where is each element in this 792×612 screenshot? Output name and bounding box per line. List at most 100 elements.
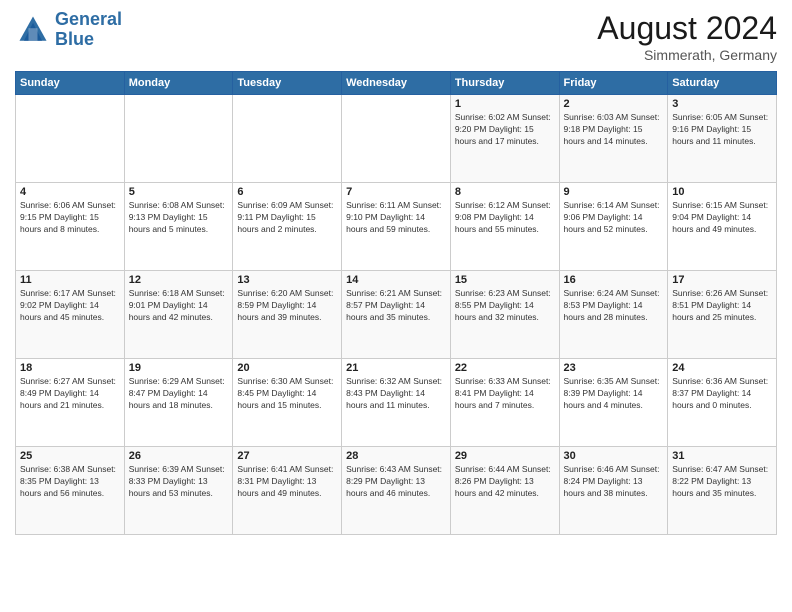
day-info: Sunrise: 6:27 AM Sunset: 8:49 PM Dayligh…: [20, 376, 120, 412]
day-cell: 7 Sunrise: 6:11 AM Sunset: 9:10 PM Daylig…: [342, 183, 451, 271]
day-info: Sunrise: 6:32 AM Sunset: 8:43 PM Dayligh…: [346, 376, 446, 412]
day-info: Sunrise: 6:15 AM Sunset: 9:04 PM Dayligh…: [672, 200, 772, 236]
day-cell: 30 Sunrise: 6:46 AM Sunset: 8:24 PM Dayli…: [559, 447, 668, 535]
day-number: 20: [237, 362, 337, 374]
day-cell: 8 Sunrise: 6:12 AM Sunset: 9:08 PM Daylig…: [450, 183, 559, 271]
week-row-4: 25Sunrise: 6:38 AM Sunset: 8:35 PM Dayli…: [16, 447, 777, 535]
day-cell: 22Sunrise: 6:33 AM Sunset: 8:41 PM Dayli…: [450, 359, 559, 447]
day-info: Sunrise: 6:44 AM Sunset: 8:26 PM Dayligh…: [455, 464, 555, 500]
day-cell: 4 Sunrise: 6:06 AM Sunset: 9:15 PM Daylig…: [16, 183, 125, 271]
day-info: Sunrise: 6:03 AM Sunset: 9:18 PM Dayligh…: [564, 112, 664, 148]
day-number: 11: [20, 274, 120, 286]
day-info: Sunrise: 6:14 AM Sunset: 9:06 PM Dayligh…: [564, 200, 664, 236]
day-number: 17: [672, 274, 772, 286]
day-number: 3: [672, 98, 772, 110]
day-cell: 11 Sunrise: 6:17 AM Sunset: 9:02 PM Dayli…: [16, 271, 125, 359]
day-number: 8: [455, 186, 555, 198]
col-tuesday: Tuesday: [233, 72, 342, 95]
day-info: Sunrise: 6:29 AM Sunset: 8:47 PM Dayligh…: [129, 376, 229, 412]
logo-line1: General: [55, 9, 122, 29]
day-number: 5: [129, 186, 229, 198]
day-info: Sunrise: 6:24 AM Sunset: 8:53 PM Dayligh…: [564, 288, 664, 324]
logo-line2: Blue: [55, 29, 94, 49]
day-cell: 15 Sunrise: 6:23 AM Sunset: 8:55 PM Dayli…: [450, 271, 559, 359]
day-info: Sunrise: 6:02 AM Sunset: 9:20 PM Dayligh…: [455, 112, 555, 148]
day-info: Sunrise: 6:47 AM Sunset: 8:22 PM Dayligh…: [672, 464, 772, 500]
day-cell: 17Sunrise: 6:26 AM Sunset: 8:51 PM Dayli…: [668, 271, 777, 359]
day-cell: 5 Sunrise: 6:08 AM Sunset: 9:13 PM Daylig…: [124, 183, 233, 271]
week-row-2: 11 Sunrise: 6:17 AM Sunset: 9:02 PM Dayli…: [16, 271, 777, 359]
col-friday: Friday: [559, 72, 668, 95]
day-info: Sunrise: 6:36 AM Sunset: 8:37 PM Dayligh…: [672, 376, 772, 412]
day-number: 21: [346, 362, 446, 374]
day-number: 15: [455, 274, 555, 286]
day-number: 10: [672, 186, 772, 198]
day-cell: 26Sunrise: 6:39 AM Sunset: 8:33 PM Dayli…: [124, 447, 233, 535]
day-number: 7: [346, 186, 446, 198]
day-number: 25: [20, 450, 120, 462]
day-info: Sunrise: 6:17 AM Sunset: 9:02 PM Dayligh…: [20, 288, 120, 324]
day-info: Sunrise: 6:06 AM Sunset: 9:15 PM Dayligh…: [20, 200, 120, 236]
day-number: 12: [129, 274, 229, 286]
day-number: 1: [455, 98, 555, 110]
day-number: 14: [346, 274, 446, 286]
day-number: 4: [20, 186, 120, 198]
day-cell: 6Sunrise: 6:09 AM Sunset: 9:11 PM Daylig…: [233, 183, 342, 271]
day-cell: 21 Sunrise: 6:32 AM Sunset: 8:43 PM Dayli…: [342, 359, 451, 447]
logo: General Blue: [15, 10, 122, 50]
day-cell: 18 Sunrise: 6:27 AM Sunset: 8:49 PM Dayli…: [16, 359, 125, 447]
title-section: August 2024 Simmerath, Germany: [597, 10, 777, 63]
day-cell: 29 Sunrise: 6:44 AM Sunset: 8:26 PM Dayli…: [450, 447, 559, 535]
day-number: 27: [237, 450, 337, 462]
day-number: 24: [672, 362, 772, 374]
day-number: 19: [129, 362, 229, 374]
day-cell: 24 Sunrise: 6:36 AM Sunset: 8:37 PM Dayli…: [668, 359, 777, 447]
day-number: 2: [564, 98, 664, 110]
day-number: 29: [455, 450, 555, 462]
day-cell: [124, 95, 233, 183]
day-info: Sunrise: 6:21 AM Sunset: 8:57 PM Dayligh…: [346, 288, 446, 324]
day-number: 18: [20, 362, 120, 374]
col-saturday: Saturday: [668, 72, 777, 95]
day-info: Sunrise: 6:20 AM Sunset: 8:59 PM Dayligh…: [237, 288, 337, 324]
day-info: Sunrise: 6:11 AM Sunset: 9:10 PM Dayligh…: [346, 200, 446, 236]
day-info: Sunrise: 6:39 AM Sunset: 8:33 PM Dayligh…: [129, 464, 229, 500]
day-cell: 16 Sunrise: 6:24 AM Sunset: 8:53 PM Dayli…: [559, 271, 668, 359]
day-cell: 31 Sunrise: 6:47 AM Sunset: 8:22 PM Dayli…: [668, 447, 777, 535]
day-info: Sunrise: 6:23 AM Sunset: 8:55 PM Dayligh…: [455, 288, 555, 324]
day-info: Sunrise: 6:41 AM Sunset: 8:31 PM Dayligh…: [237, 464, 337, 500]
day-cell: 9 Sunrise: 6:14 AM Sunset: 9:06 PM Daylig…: [559, 183, 668, 271]
day-number: 31: [672, 450, 772, 462]
week-row-0: 1 Sunrise: 6:02 AM Sunset: 9:20 PM Daylig…: [16, 95, 777, 183]
calendar-table: Sunday Monday Tuesday Wednesday Thursday…: [15, 71, 777, 535]
month-title: August 2024: [597, 10, 777, 47]
day-info: Sunrise: 6:12 AM Sunset: 9:08 PM Dayligh…: [455, 200, 555, 236]
day-cell: 3 Sunrise: 6:05 AM Sunset: 9:16 PM Daylig…: [668, 95, 777, 183]
day-info: Sunrise: 6:08 AM Sunset: 9:13 PM Dayligh…: [129, 200, 229, 236]
day-info: Sunrise: 6:09 AM Sunset: 9:11 PM Dayligh…: [237, 200, 337, 236]
day-number: 13: [237, 274, 337, 286]
day-info: Sunrise: 6:46 AM Sunset: 8:24 PM Dayligh…: [564, 464, 664, 500]
day-cell: [342, 95, 451, 183]
day-info: Sunrise: 6:05 AM Sunset: 9:16 PM Dayligh…: [672, 112, 772, 148]
day-cell: [233, 95, 342, 183]
day-cell: 14 Sunrise: 6:21 AM Sunset: 8:57 PM Dayli…: [342, 271, 451, 359]
day-number: 28: [346, 450, 446, 462]
day-cell: 27 Sunrise: 6:41 AM Sunset: 8:31 PM Dayli…: [233, 447, 342, 535]
day-number: 23: [564, 362, 664, 374]
day-number: 30: [564, 450, 664, 462]
day-cell: 13 Sunrise: 6:20 AM Sunset: 8:59 PM Dayli…: [233, 271, 342, 359]
day-cell: 25Sunrise: 6:38 AM Sunset: 8:35 PM Dayli…: [16, 447, 125, 535]
day-info: Sunrise: 6:35 AM Sunset: 8:39 PM Dayligh…: [564, 376, 664, 412]
day-number: 9: [564, 186, 664, 198]
page: General Blue August 2024 Simmerath, Germ…: [0, 0, 792, 612]
day-cell: 10 Sunrise: 6:15 AM Sunset: 9:04 PM Dayli…: [668, 183, 777, 271]
day-info: Sunrise: 6:30 AM Sunset: 8:45 PM Dayligh…: [237, 376, 337, 412]
week-row-1: 4 Sunrise: 6:06 AM Sunset: 9:15 PM Daylig…: [16, 183, 777, 271]
day-number: 16: [564, 274, 664, 286]
logo-icon: [15, 12, 51, 48]
col-wednesday: Wednesday: [342, 72, 451, 95]
day-cell: [16, 95, 125, 183]
day-cell: 19 Sunrise: 6:29 AM Sunset: 8:47 PM Dayli…: [124, 359, 233, 447]
day-cell: 28Sunrise: 6:43 AM Sunset: 8:29 PM Dayli…: [342, 447, 451, 535]
